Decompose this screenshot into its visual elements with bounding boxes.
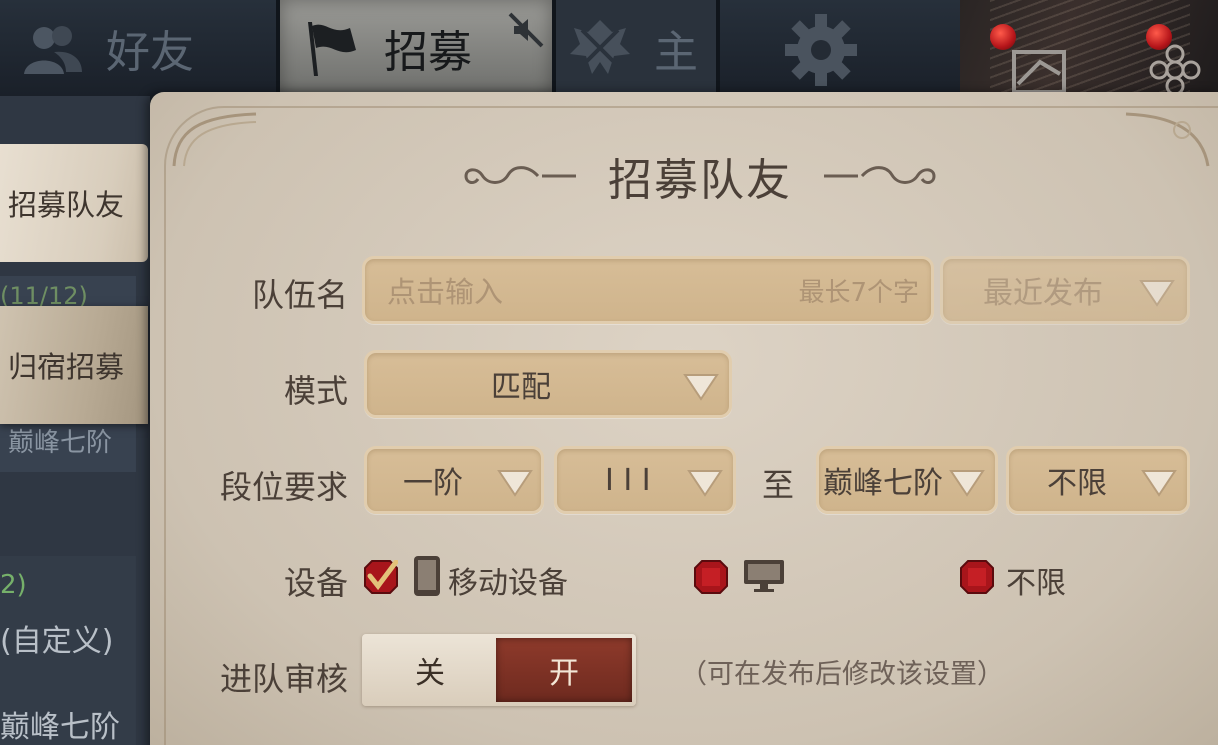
recruit-panel: 招募队友 队伍名 点击输入 最长7个字 最近发布 模式 匹配 段位要求 一阶 I… <box>150 92 1218 745</box>
rank-requirement-label: 段位要求 <box>219 468 348 506</box>
background-rank-text: 巅峰七阶 <box>8 428 113 458</box>
review-note: （可在发布后修改该设置） <box>680 659 1004 690</box>
gear-icon <box>785 14 857 86</box>
sort-order-value: 最近发布 <box>983 276 1103 311</box>
pc-monitor-icon <box>744 560 784 592</box>
background-custom-text: (自定义) <box>0 624 114 659</box>
device-mobile-label: 移动设备 <box>448 566 568 601</box>
sort-order-dropdown[interactable]: 最近发布 <box>940 256 1190 324</box>
dropdown-arrow-icon <box>949 470 985 497</box>
mute-icon <box>508 12 544 48</box>
friends-icon <box>24 26 82 74</box>
mode-value: 匹配 <box>491 370 551 405</box>
tab-main-label: 主 <box>654 27 698 78</box>
team-review-toggle[interactable]: 关 开 <box>362 634 636 706</box>
dropdown-arrow-icon <box>497 470 533 497</box>
device-pc-checkbox[interactable] <box>694 560 728 594</box>
dropdown-arrow-icon <box>683 374 719 401</box>
background-count-text: 2) <box>0 570 27 600</box>
flower-emblem-icon[interactable] <box>1140 40 1210 96</box>
crest-icon <box>570 20 630 74</box>
device-mobile-checkbox[interactable] <box>364 560 398 594</box>
panel-title: 招募队友 <box>608 155 792 206</box>
team-review-label: 进队审核 <box>219 660 348 698</box>
team-name-label: 队伍名 <box>251 276 348 314</box>
max-subtier-dropdown[interactable]: 不限 <box>1006 446 1190 514</box>
dropdown-arrow-icon <box>1141 470 1177 497</box>
corner-ornament-icon <box>1125 112 1210 167</box>
team-name-input[interactable]: 点击输入 最长7个字 <box>362 256 934 324</box>
tab-friends[interactable]: 好友 <box>20 0 278 96</box>
sidebar-tab-label: 归宿招募 <box>8 350 125 384</box>
sidebar-tab-recruit-teammates[interactable]: 招募队友 <box>0 144 148 262</box>
min-subtier-value: I I I <box>605 462 651 498</box>
flag-icon <box>308 22 356 76</box>
mode-label: 模式 <box>283 372 348 410</box>
tab-recruit[interactable]: 招募 <box>280 0 552 96</box>
toggle-off-label: 关 <box>415 656 445 691</box>
min-tier-value: 一阶 <box>403 466 463 501</box>
device-unlimited-label: 不限 <box>1006 566 1066 601</box>
mode-dropdown[interactable]: 匹配 <box>364 350 732 418</box>
settings-gear-button[interactable] <box>775 12 867 88</box>
corner-ornament-icon <box>172 112 257 167</box>
device-label: 设备 <box>283 564 348 602</box>
panel-title-row: 招募队友 <box>450 146 950 206</box>
map-flag-icon[interactable] <box>1010 44 1068 96</box>
background-rank-text: 巅峰七阶 <box>0 710 120 745</box>
tab-main[interactable]: 主 <box>556 0 716 96</box>
right-flourish-icon <box>824 166 936 185</box>
toggle-on-option[interactable]: 开 <box>496 638 632 702</box>
team-name-length-hint: 最长7个字 <box>798 277 919 308</box>
mobile-device-icon <box>414 556 440 596</box>
team-name-placeholder: 点击输入 <box>387 275 504 309</box>
sidebar-tab-guild-recruit[interactable]: 归宿招募 <box>0 306 148 424</box>
max-tier-dropdown[interactable]: 巅峰七阶 <box>816 446 998 514</box>
toggle-off-option[interactable]: 关 <box>362 634 498 706</box>
device-unlimited-checkbox[interactable] <box>960 560 994 594</box>
top-tab-bar: 好友 招募 主 <box>0 0 1218 96</box>
sidebar: (11/12) 巅峰七阶 2) (自定义) 巅峰七阶 招募队友 归宿招募 <box>0 96 150 745</box>
left-flourish-icon <box>464 166 576 185</box>
max-tier-value: 巅峰七阶 <box>823 466 943 501</box>
tab-divider <box>716 0 720 96</box>
dropdown-arrow-icon <box>687 470 723 497</box>
min-subtier-dropdown[interactable]: I I I <box>554 446 736 514</box>
max-subtier-value: 不限 <box>1047 466 1107 501</box>
dropdown-arrow-icon <box>1139 280 1175 307</box>
tab-friends-label: 好友 <box>106 27 194 78</box>
toggle-on-label: 开 <box>549 656 579 691</box>
min-tier-dropdown[interactable]: 一阶 <box>364 446 544 514</box>
tab-recruit-label: 招募 <box>384 27 472 78</box>
rank-to-text: 至 <box>762 466 795 504</box>
sidebar-tab-label: 招募队友 <box>8 188 125 222</box>
